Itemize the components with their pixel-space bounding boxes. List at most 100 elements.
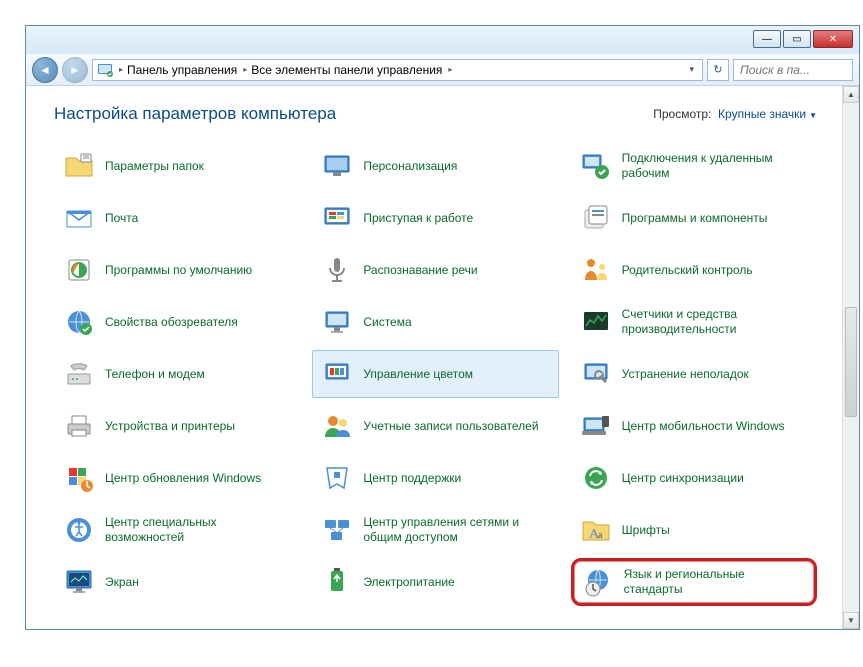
- chevron-down-icon: ▼: [809, 111, 817, 120]
- page-title: Настройка параметров компьютера: [54, 104, 336, 124]
- sync-center-icon: [580, 462, 612, 494]
- breadcrumb-label: Все элементы панели управления: [251, 63, 442, 77]
- item-label: Язык и региональные стандарты: [624, 567, 806, 597]
- address-bar[interactable]: ▸Панель управления ▸Все элементы панели …: [92, 59, 703, 81]
- address-dropdown-icon[interactable]: ▾: [685, 64, 698, 75]
- control-panel-item[interactable]: Электропитание: [312, 558, 558, 606]
- control-panel-item[interactable]: Устройства и принтеры: [54, 402, 300, 450]
- control-panel-item[interactable]: Управление цветом: [312, 350, 558, 398]
- item-label: Программы и компоненты: [622, 211, 768, 226]
- fonts-icon: Aa: [580, 514, 612, 546]
- scroll-up-button[interactable]: ▲: [843, 86, 859, 103]
- programs-icon: [580, 202, 612, 234]
- mobility-icon: [580, 410, 612, 442]
- refresh-icon: ↻: [713, 63, 722, 76]
- control-panel-item[interactable]: Программы и компоненты: [571, 194, 817, 242]
- item-label: Центр мобильности Windows: [622, 419, 785, 434]
- close-button[interactable]: ✕: [813, 30, 853, 48]
- item-label: Родительский контроль: [622, 263, 753, 278]
- nav-back-button[interactable]: ◄: [32, 57, 58, 83]
- control-panel-item[interactable]: Учетные записи пользователей: [312, 402, 558, 450]
- control-panel-item[interactable]: Почта: [54, 194, 300, 242]
- view-value: Крупные значки: [718, 107, 806, 121]
- control-panel-item[interactable]: Персонализация: [312, 142, 558, 190]
- control-panel-item[interactable]: Распознавание речи: [312, 246, 558, 294]
- breadcrumb-item[interactable]: ▸Панель управления: [119, 63, 237, 77]
- item-label: Электропитание: [363, 575, 454, 590]
- control-panel-item[interactable]: Язык и региональные стандарты: [571, 558, 817, 606]
- minimize-button[interactable]: —: [753, 30, 781, 48]
- content-area: Настройка параметров компьютера Просмотр…: [26, 86, 859, 629]
- view-label: Просмотр:: [653, 107, 711, 121]
- item-label: Приступая к работе: [363, 211, 473, 226]
- item-label: Экран: [105, 575, 139, 590]
- item-label: Система: [363, 315, 411, 330]
- maximize-button[interactable]: ▭: [783, 30, 811, 48]
- item-label: Центр управления сетями и общим доступом: [363, 515, 549, 545]
- network-sharing-icon: [321, 514, 353, 546]
- item-label: Персонализация: [363, 159, 457, 174]
- items-grid: Параметры папок Персонализация Подключения…: [54, 142, 831, 619]
- item-label: Устранение неполадок: [622, 367, 749, 382]
- power-icon: [321, 566, 353, 598]
- item-label: Свойства обозревателя: [105, 315, 238, 330]
- control-panel-item[interactable]: Телефон и модем: [54, 350, 300, 398]
- default-programs-icon: [63, 254, 95, 286]
- system-icon: [321, 306, 353, 338]
- chevron-right-icon: ▸: [243, 65, 247, 74]
- control-panel-item[interactable]: Подключения к удаленным рабочим: [571, 142, 817, 190]
- phone-modem-icon: [63, 358, 95, 390]
- control-panel-item[interactable]: Счетчики и средства производительности: [571, 298, 817, 346]
- item-label: Программы по умолчанию: [105, 263, 252, 278]
- refresh-button[interactable]: ↻: [707, 59, 729, 81]
- item-label: Почта: [105, 211, 138, 226]
- item-label: Центр синхронизации: [622, 471, 744, 486]
- performance-icon: [580, 306, 612, 338]
- control-panel-item[interactable]: Центр мобильности Windows: [571, 402, 817, 450]
- control-panel-item[interactable]: Центр специальных возможностей: [54, 506, 300, 554]
- scroll-down-button[interactable]: ▼: [843, 612, 859, 629]
- control-panel-item[interactable]: Свойства обозревателя: [54, 298, 300, 346]
- nav-forward-button[interactable]: ►: [62, 57, 88, 83]
- chevron-right-icon: ▸: [448, 65, 452, 74]
- getting-started-icon: [321, 202, 353, 234]
- remote-desktop-icon: [580, 150, 612, 182]
- control-panel-item[interactable]: Система: [312, 298, 558, 346]
- item-label: Управление цветом: [363, 367, 473, 382]
- control-panel-item[interactable]: AaШрифты: [571, 506, 817, 554]
- internet-options-icon: [63, 306, 95, 338]
- devices-printers-icon: [63, 410, 95, 442]
- view-mode-link[interactable]: Крупные значки▼: [718, 107, 817, 121]
- troubleshoot-icon: [580, 358, 612, 390]
- control-panel-item[interactable]: Параметры папок: [54, 142, 300, 190]
- search-box[interactable]: [733, 59, 853, 81]
- control-panel-item[interactable]: Устранение неполадок: [571, 350, 817, 398]
- control-panel-icon: [97, 62, 113, 78]
- item-label: Параметры папок: [105, 159, 204, 174]
- control-panel-item[interactable]: Экран: [54, 558, 300, 606]
- breadcrumb-label: Панель управления: [127, 63, 237, 77]
- control-panel-item[interactable]: Центр управления сетями и общим доступом: [312, 506, 558, 554]
- mail-icon: [63, 202, 95, 234]
- item-label: Центр поддержки: [363, 471, 461, 486]
- item-label: Устройства и принтеры: [105, 419, 235, 434]
- folder-options-icon: [63, 150, 95, 182]
- scroll-thumb[interactable]: [845, 307, 857, 417]
- item-label: Распознавание речи: [363, 263, 477, 278]
- item-label: Центр обновления Windows: [105, 471, 261, 486]
- breadcrumb-item[interactable]: ▸ Все элементы панели управления: [243, 63, 442, 77]
- svg-text:a: a: [598, 530, 603, 541]
- scrollbar: ▲ ▼: [842, 86, 859, 629]
- control-panel-item[interactable]: Центр синхронизации: [571, 454, 817, 502]
- scroll-track[interactable]: [843, 103, 859, 612]
- control-panel-item[interactable]: Программы по умолчанию: [54, 246, 300, 294]
- control-panel-item[interactable]: Центр поддержки: [312, 454, 558, 502]
- window: — ▭ ✕ ◄ ► ▸Панель управления ▸Все элемен…: [25, 25, 860, 630]
- minimize-glyph: —: [762, 34, 772, 45]
- control-panel-item[interactable]: Родительский контроль: [571, 246, 817, 294]
- control-panel-item[interactable]: Центр обновления Windows: [54, 454, 300, 502]
- control-panel-item[interactable]: Приступая к работе: [312, 194, 558, 242]
- search-input[interactable]: [740, 63, 846, 77]
- item-label: Центр специальных возможностей: [105, 515, 291, 545]
- item-label: Счетчики и средства производительности: [622, 307, 808, 337]
